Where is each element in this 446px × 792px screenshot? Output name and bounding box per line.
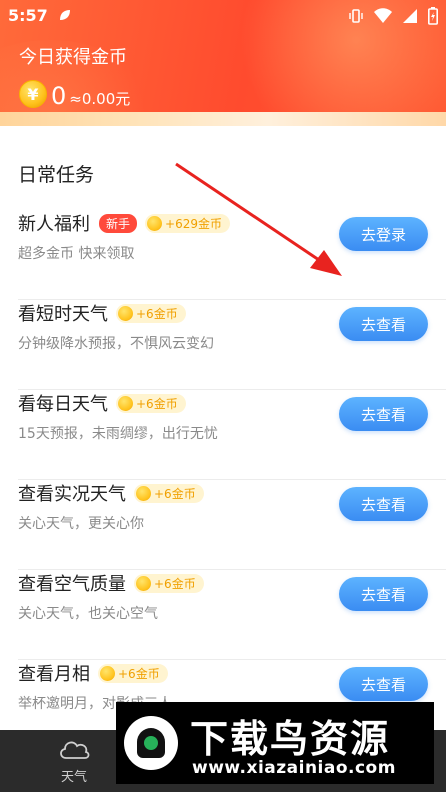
view-button[interactable]: 去查看 — [339, 667, 428, 701]
watermark-url: www.xiazainiao.com — [192, 758, 396, 778]
task-name: 看短时天气 — [18, 304, 108, 325]
coin-icon: ¥ — [19, 80, 47, 108]
task-desc: 分钟级降水预报，不惧风云变幻 — [18, 336, 214, 352]
header-title: 今日获得金币 — [19, 47, 127, 68]
login-button[interactable]: 去登录 — [339, 217, 428, 251]
coin-summary: ¥ 0 ≈0.00元 — [19, 80, 130, 108]
reward-tag: +6金币 — [98, 663, 168, 683]
nav-weather-label: 天气 — [60, 770, 87, 785]
reward-text: +629金币 — [165, 216, 222, 231]
status-time: 5:57 — [8, 6, 48, 25]
task-name-row: 看短时天气 +6金币 — [18, 300, 186, 326]
task-desc: 超多金币 快来领取 — [18, 246, 135, 262]
coin-icon — [136, 485, 151, 501]
watermark-logo — [124, 716, 178, 770]
watermark: 下载鸟资源 www.xiazainiao.com — [116, 702, 434, 784]
task-name-row: 查看实况天气 +6金币 — [18, 480, 204, 506]
task-name: 新人福利 — [18, 214, 90, 235]
reward-text: +6金币 — [154, 486, 196, 501]
watermark-logo-dot — [144, 736, 158, 750]
reward-text: +6金币 — [118, 666, 160, 681]
vibrate-icon — [349, 9, 363, 23]
reward-tag: +6金币 — [116, 303, 186, 323]
task-item: 新人福利 新手 +629金币 超多金币 快来领取 去登录 — [18, 210, 446, 300]
reward-tag: +6金币 — [116, 393, 186, 413]
coin-icon — [136, 575, 151, 591]
cash-approx: ≈0.00元 — [69, 90, 131, 108]
new-user-badge: 新手 — [99, 213, 138, 233]
reward-text: +6金币 — [136, 396, 178, 411]
task-item: 看每日天气 +6金币 15天预报，未雨绸缪，出行无忧 去查看 — [18, 390, 446, 480]
task-name: 看每日天气 — [18, 394, 108, 415]
coin-icon — [118, 305, 133, 321]
reward-text: +6金币 — [154, 576, 196, 591]
coin-icon — [118, 395, 133, 411]
task-name: 查看空气质量 — [18, 574, 126, 595]
task-desc: 关心天气，更关心你 — [18, 516, 144, 532]
view-button[interactable]: 去查看 — [339, 397, 428, 431]
reward-tag: +629金币 — [145, 213, 230, 233]
task-item: 查看实况天气 +6金币 关心天气，更关心你 去查看 — [18, 480, 446, 570]
view-button[interactable]: 去查看 — [339, 307, 428, 341]
section-title: 日常任务 — [18, 164, 95, 186]
reward-text: +6金币 — [136, 306, 178, 321]
reward-tag: +6金币 — [134, 573, 204, 593]
view-button[interactable]: 去查看 — [339, 577, 428, 611]
wifi-icon — [374, 8, 392, 23]
task-name-row: 查看月相 +6金币 — [18, 660, 168, 686]
status-icons — [348, 7, 438, 25]
task-desc: 关心天气，也关心空气 — [18, 606, 158, 622]
reward-tag: +6金币 — [134, 483, 204, 503]
watermark-title: 下载鸟资源 — [190, 717, 391, 761]
coin-icon — [147, 215, 163, 231]
task-item: 查看空气质量 +6金币 关心天气，也关心空气 去查看 — [18, 570, 446, 660]
header: 5:57 今日获得金币 ¥ 0 ≈0.00元 — [0, 0, 446, 126]
coin-icon — [100, 665, 115, 681]
view-button[interactable]: 去查看 — [339, 487, 428, 521]
signal-icon — [403, 9, 417, 23]
task-item: 看短时天气 +6金币 分钟级降水预报，不惧风云变幻 去查看 — [18, 300, 446, 390]
task-name-row: 看每日天气 +6金币 — [18, 390, 186, 416]
status-bar: 5:57 — [0, 0, 446, 32]
task-desc: 15天预报，未雨绸缪，出行无忧 — [18, 426, 218, 442]
leaf-icon — [60, 10, 70, 20]
coin-count: 0 — [51, 82, 67, 110]
nav-weather[interactable]: 天气 — [34, 738, 114, 785]
cloud-icon — [60, 741, 90, 759]
header-decoration — [0, 112, 446, 126]
task-name: 查看月相 — [18, 664, 90, 685]
daily-tasks-card: 日常任务 新人福利 新手 +629金币 超多金币 快来领取 去登录 看短时天气 … — [0, 126, 446, 730]
battery-icon — [428, 7, 438, 25]
task-name: 查看实况天气 — [18, 484, 126, 505]
task-name-row: 查看空气质量 +6金币 — [18, 570, 204, 596]
task-name-row: 新人福利 新手 +629金币 — [18, 210, 230, 236]
